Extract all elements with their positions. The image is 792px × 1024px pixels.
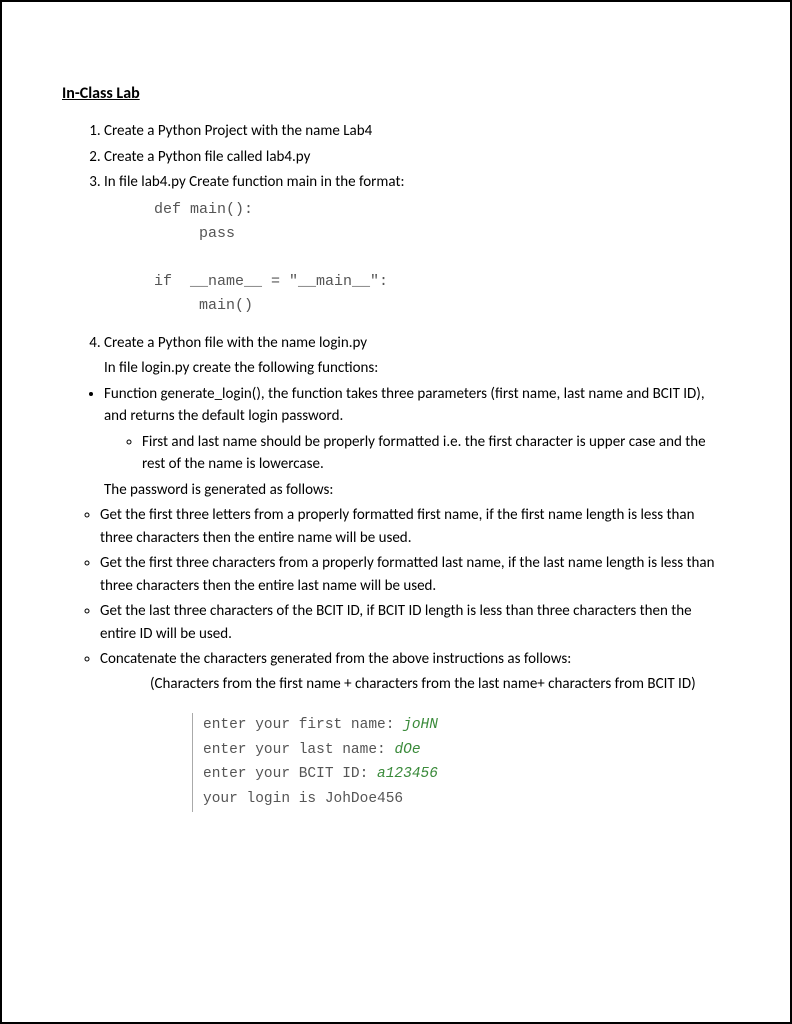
terminal-output: enter your first name: joHN enter your l… (192, 713, 730, 812)
password-heading: The password is generated as follows: (104, 479, 730, 502)
terminal-input: joHN (403, 717, 438, 733)
list-item: Get the last three characters of the BCI… (100, 600, 730, 645)
terminal-prompt: enter your BCIT ID: (203, 766, 377, 782)
terminal-prompt: enter your last name: (203, 742, 394, 758)
list-item: Get the first three characters from a pr… (100, 552, 730, 597)
password-list: Get the first three letters from a prope… (100, 504, 730, 695)
instruction-list: Create a Python Project with the name La… (104, 120, 730, 380)
concat-note: (Characters from the first name + charac… (150, 673, 730, 696)
terminal-prompt: enter your first name: (203, 717, 403, 733)
page-title: In-Class Lab (62, 82, 730, 106)
list-item: Create a Python Project with the name La… (104, 120, 730, 143)
list-item: In file lab4.py Create function main in … (104, 171, 730, 318)
list-item: First and last name should be properly f… (142, 431, 730, 476)
terminal-line: your login is JohDoe456 (203, 787, 730, 812)
concat-text: Concatenate the characters generated fro… (100, 650, 571, 668)
list-item: Create a Python file with the name login… (104, 332, 730, 380)
list-item: Function generate_login(), the function … (104, 383, 730, 476)
list-item-text: Create a Python file with the name login… (104, 334, 367, 352)
bullet-text: Function generate_login(), the function … (104, 385, 705, 426)
sub-list: First and last name should be properly f… (142, 431, 730, 476)
list-item: Concatenate the characters generated fro… (100, 648, 730, 695)
bullet-list: Function generate_login(), the function … (104, 383, 730, 476)
terminal-line: enter your BCIT ID: a123456 (203, 762, 730, 787)
list-item: Get the first three letters from a prope… (100, 504, 730, 549)
list-item: Create a Python file called lab4.py (104, 146, 730, 169)
list-item-subtext: In file login.py create the following fu… (104, 357, 730, 380)
terminal-input: dOe (394, 742, 420, 758)
terminal-line: enter your first name: joHN (203, 713, 730, 738)
code-block: def main(): pass if __name__ = "__main__… (154, 198, 730, 318)
terminal-line: enter your last name: dOe (203, 738, 730, 763)
list-item-text: In file lab4.py Create function main in … (104, 173, 404, 191)
terminal-input: a123456 (377, 766, 438, 782)
